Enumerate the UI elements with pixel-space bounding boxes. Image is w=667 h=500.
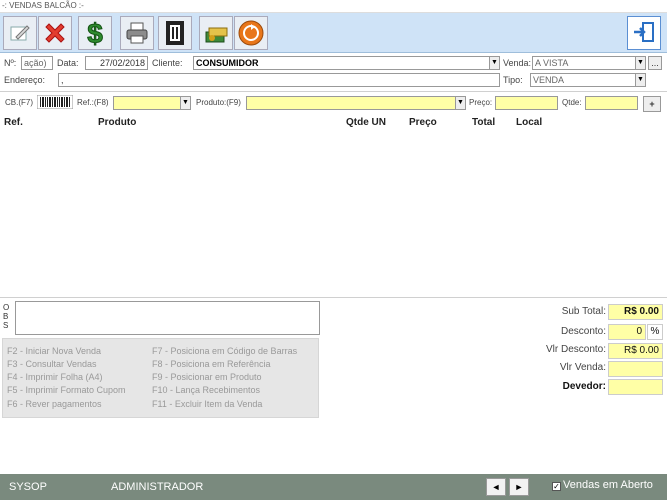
shortcut-hint: F5 - Imprimir Formato Cupom [7,385,126,395]
chevron-down-icon[interactable]: ▼ [635,57,645,69]
receipt-icon [163,19,187,47]
desconto-label: Desconto: [560,326,606,337]
ref-label: Ref.:(F8) [77,98,109,107]
tipo-label: Tipo: [503,75,523,85]
column-header: Total [472,117,496,128]
close-icon [42,20,68,46]
shortcut-hint: F4 - Imprimir Folha (A4) [7,372,103,382]
venda-label: Venda: [503,58,532,68]
edit-icon [8,21,32,45]
obs-textarea[interactable] [15,301,320,335]
tipo-value: VENDA [533,75,565,85]
chevron-left-icon: ◄ [491,482,501,492]
percent-unit: % [647,324,663,340]
next-button[interactable]: ► [509,478,529,496]
payment-button[interactable]: $ [78,16,112,50]
date-label: Data: [57,58,79,68]
vlr-venda-label: Vlr Venda: [559,362,606,373]
shortcut-hint: F8 - Posiciona em Referência [152,359,271,369]
previous-button[interactable]: ◄ [486,478,506,496]
chevron-right-icon: ► [514,482,524,492]
client-select[interactable]: CONSUMIDOR ▼ [193,56,500,70]
shortcut-hint: F2 - Iniciar Nova Venda [7,346,102,356]
column-header: Local [516,117,543,128]
column-header: Qtde UN [346,117,386,128]
obs-label: O B S [3,303,10,330]
exit-icon [632,20,656,47]
column-header: Produto [98,117,137,128]
desconto-field[interactable]: 0 [608,324,646,340]
chevron-down-icon[interactable]: ▼ [489,57,499,69]
barcode-label: CB.(F7) [5,98,33,107]
client-label: Cliente: [152,58,183,68]
shortcut-hint: F9 - Posicionar em Produto [152,372,262,382]
subtotal-value: R$ 0.00 [608,304,663,320]
user-role: ADMINISTRADOR [111,481,204,493]
vlr-desconto-field[interactable]: R$ 0.00 [608,343,663,359]
open-sales-label[interactable]: Vendas em Aberto [563,479,653,491]
qtde-field[interactable] [585,96,638,110]
open-sales-checkbox[interactable]: ✓ [552,482,561,491]
dollar-icon: $ [82,18,108,48]
chevron-down-icon[interactable]: ▼ [180,97,190,109]
tipo-select[interactable]: VENDA ▼ [530,73,646,87]
venda-select[interactable]: A VISTA ▼ [532,56,646,70]
check-icon: ✓ [553,482,560,491]
history-button[interactable] [234,16,268,50]
chevron-down-icon[interactable]: ▼ [635,74,645,86]
qtde-label: Qtde: [562,98,582,107]
divider [0,297,667,298]
money-icon [202,20,230,46]
refresh-icon [237,19,265,47]
status-bar: SYSOP ADMINISTRADOR ◄ ► ✓ Vendas em Aber… [0,474,667,500]
client-value: CONSUMIDOR [196,58,259,68]
print-button[interactable] [120,16,154,50]
shortcut-hint: F10 - Lança Recebimentos [152,385,261,395]
preco-field[interactable] [495,96,558,110]
vlr-desconto-label: Vlr Desconto: [545,344,606,355]
receipt-button[interactable] [158,16,192,50]
devedor-field [608,379,663,395]
subtotal-label: Sub Total: [561,306,606,317]
produto-label: Produto:(F9) [196,98,241,107]
ref-select[interactable]: ▼ [113,96,191,110]
finance-button[interactable] [199,16,233,50]
number-label: Nº: [4,58,17,68]
column-header: Preço [409,117,437,128]
shortcuts-panel: F2 - Iniciar Nova Venda F3 - Consultar V… [2,338,319,418]
shortcut-hint: F3 - Consultar Vendas [7,359,97,369]
devedor-label: Devedor: [562,381,606,392]
chevron-down-icon[interactable]: ▼ [455,97,465,109]
venda-more-button[interactable]: ... [648,56,662,70]
address-label: Endereço: [4,75,46,85]
barcode-icon[interactable] [36,94,74,112]
items-table-body[interactable] [0,131,667,296]
shortcut-hint: F11 - Excluir Item da Venda [152,399,263,409]
cancel-button[interactable] [38,16,72,50]
column-header: Ref. [4,117,23,128]
preco-label: Preço: [469,98,493,107]
user-name: SYSOP [9,481,47,493]
date-field[interactable]: 27/02/2018 [85,56,148,70]
add-item-button[interactable]: + [643,96,661,112]
vlr-venda-field [608,361,663,377]
produto-select[interactable]: ▼ [246,96,466,110]
toolbar: $ [0,13,667,53]
venda-value: A VISTA [535,58,569,68]
new-sale-button[interactable] [3,16,37,50]
svg-text:$: $ [87,18,103,48]
shortcut-hint: F7 - Posiciona em Código de Barras [152,346,298,356]
address-field[interactable]: , [58,73,500,87]
number-field[interactable]: ação) [21,56,53,70]
divider [0,91,667,92]
printer-icon [124,20,150,46]
exit-button[interactable] [627,16,661,50]
window-title: -: VENDAS BALCÃO :- [0,0,667,13]
shortcut-hint: F6 - Rever pagamentos [7,399,102,409]
